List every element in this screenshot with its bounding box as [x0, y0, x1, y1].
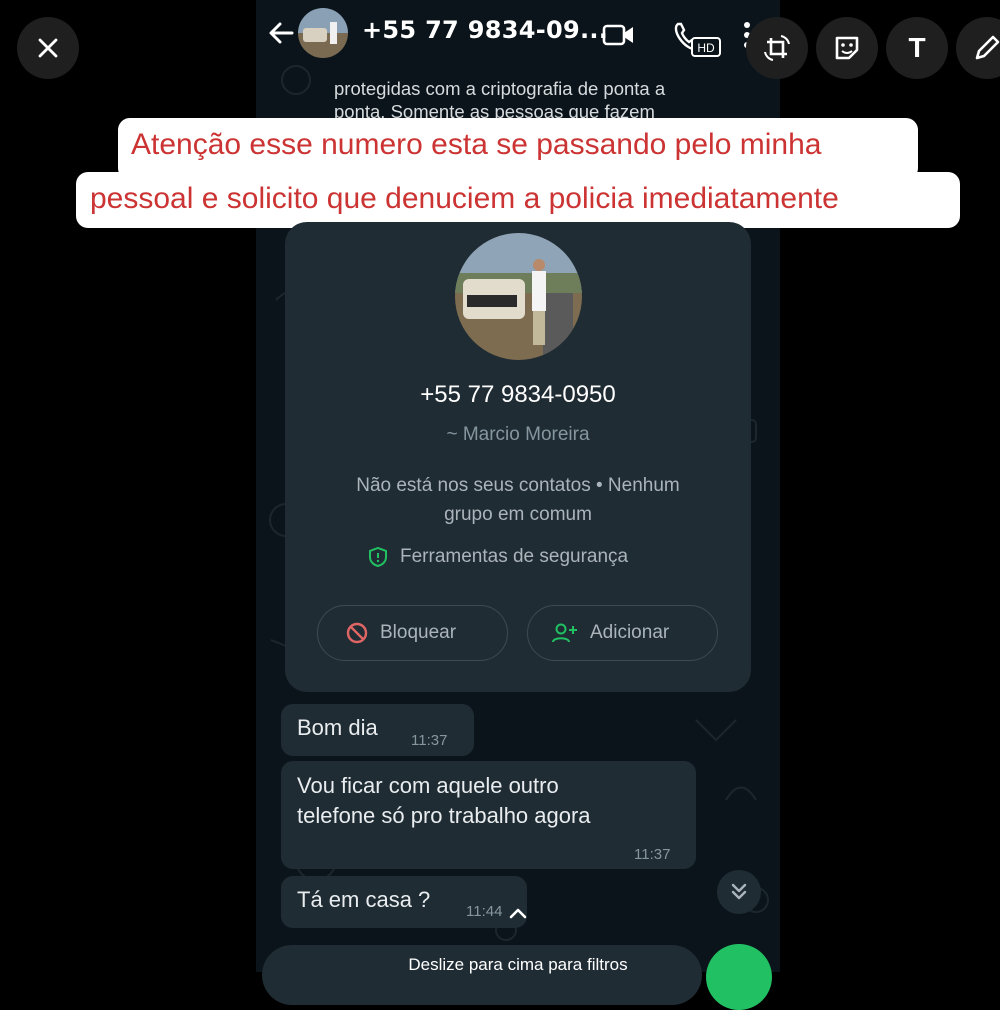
chat-title[interactable]: +55 77 9834-09... — [362, 16, 608, 44]
contact-avatar-small[interactable] — [298, 8, 348, 58]
double-chevron-down-icon — [731, 883, 747, 900]
mic-button[interactable] — [706, 944, 772, 1010]
add-contact-button[interactable]: Adicionar — [527, 605, 718, 661]
contact-avatar-large[interactable] — [455, 233, 582, 360]
security-tools-link[interactable]: Ferramentas de segurança — [368, 546, 628, 568]
back-arrow-icon[interactable] — [266, 18, 296, 48]
avatar-photo — [298, 8, 348, 58]
message-time: 11:37 — [634, 846, 671, 863]
message-input-bar[interactable] — [262, 945, 702, 1005]
contact-name: ~ Marcio Moreira — [446, 424, 590, 445]
contact-phone: +55 77 9834-0950 — [420, 381, 616, 408]
avatar-photo — [455, 233, 582, 360]
warning-text-line1: Atenção esse numero esta se passando pel… — [131, 128, 822, 161]
close-button[interactable] — [17, 17, 79, 79]
scroll-down-button[interactable] — [717, 870, 761, 914]
warning-text-line2: pessoal e solicito que denuciem a polici… — [90, 182, 839, 215]
encryption-note-line1: protegidas com a criptografia de ponta a — [334, 78, 666, 99]
swipe-hint: Deslize para cima para filtros — [408, 955, 628, 974]
text-icon: T — [908, 32, 926, 63]
crop-rotate-button[interactable] — [746, 17, 808, 79]
message-text: Tá em casa ? — [297, 887, 431, 912]
shield-icon — [369, 546, 387, 568]
crop-rotate-icon — [764, 35, 790, 61]
text-tool-button[interactable]: T — [886, 17, 948, 79]
hd-call-icon[interactable]: HD — [672, 20, 724, 60]
message-text: Bom dia — [297, 715, 378, 740]
add-person-icon — [552, 623, 577, 643]
message-text-line1: Vou ficar com aquele outro — [297, 773, 559, 798]
message-time: 11:44 — [466, 903, 503, 920]
add-label: Adicionar — [590, 622, 670, 643]
message-text-line2: telefone só pro trabalho agora — [297, 803, 591, 828]
block-button[interactable]: Bloquear — [317, 605, 508, 661]
message-time: 11:37 — [411, 732, 448, 749]
sticker-button[interactable] — [816, 17, 878, 79]
chevron-up-icon — [509, 908, 527, 919]
block-icon — [346, 622, 368, 644]
sticker-icon — [835, 36, 859, 60]
contact-info-line2: grupo em comum — [444, 504, 592, 525]
video-call-icon[interactable] — [602, 22, 636, 48]
block-label: Bloquear — [380, 622, 457, 643]
security-tools-label: Ferramentas de segurança — [400, 546, 629, 567]
pencil-button[interactable] — [956, 17, 1000, 79]
contact-info-line1: Não está nos seus contatos • Nenhum — [356, 475, 680, 496]
close-icon — [38, 38, 58, 58]
pencil-icon — [975, 35, 1000, 60]
hd-badge: HD — [697, 41, 715, 55]
